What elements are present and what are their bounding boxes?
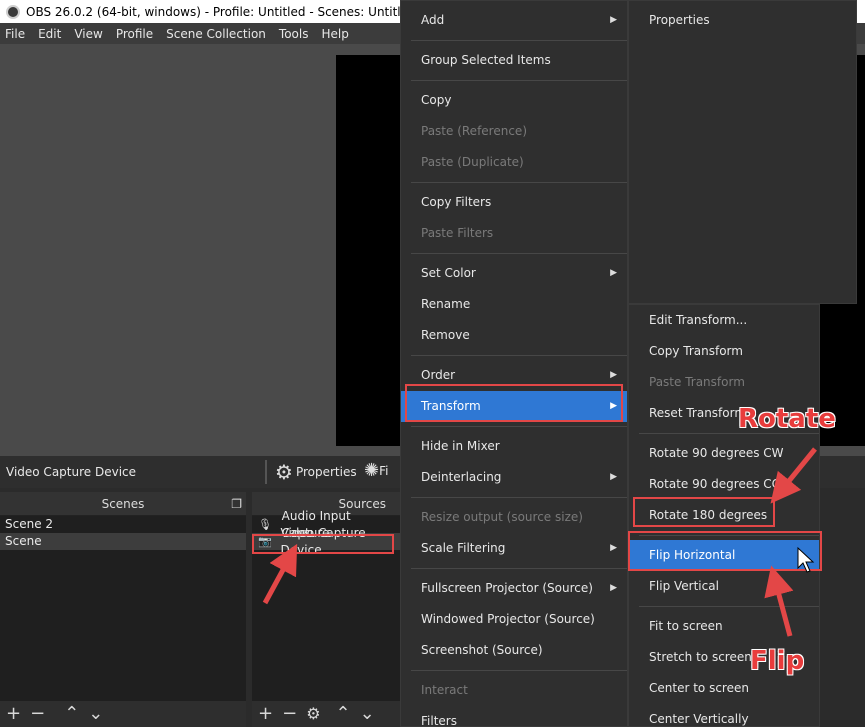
properties-button[interactable]: ⚙ Properties <box>275 460 357 484</box>
microphone-icon: 🎙 <box>258 518 272 531</box>
menu-item-set-color[interactable]: Set Color ▶ <box>401 258 627 289</box>
menu-item-rename[interactable]: Rename <box>401 289 627 320</box>
scenes-title: Scenes <box>101 497 145 511</box>
flip-horizontal-highlight <box>628 531 822 571</box>
sources-dock: Sources 🎙 Audio Input Capture 📷 Video Ca… <box>252 492 400 727</box>
menu-help[interactable]: Help <box>321 27 348 41</box>
menu-view[interactable]: View <box>74 27 102 41</box>
scenes-dock: Scenes ❐ Scene 2 Scene + − ⌃ ⌄ <box>0 492 246 727</box>
menu-item-flip-vertical[interactable]: Flip Vertical <box>629 571 819 602</box>
menu-item-add[interactable]: Add ▶ <box>401 5 627 36</box>
menu-item-center-vertically[interactable]: Center Vertically <box>629 704 819 727</box>
gear-icon: ⚙ <box>275 460 293 484</box>
menu-item-screenshot[interactable]: Screenshot (Source) <box>401 635 627 666</box>
menu-item-hide-in-mixer[interactable]: Hide in Mixer <box>401 431 627 462</box>
menu-item-interact: Interact <box>421 683 468 697</box>
menu-item-group[interactable]: Group Selected Items <box>401 45 627 76</box>
menu-item-fullscreen-projector[interactable]: Fullscreen Projector (Source) ▶ <box>401 573 627 604</box>
toolbar-separator <box>265 460 267 484</box>
filters-button[interactable]: ✺ Fi <box>364 460 388 481</box>
window-title: OBS 26.0.2 (64-bit, windows) - Profile: … <box>26 4 416 19</box>
menu-item-copy-filters[interactable]: Copy Filters <box>401 187 627 218</box>
menu-item-paste-transform: Paste Transform <box>649 375 745 389</box>
menu-item-edit-transform[interactable]: Edit Transform... <box>629 305 819 336</box>
menu-item-rotate-cw[interactable]: Rotate 90 degrees CW <box>629 438 819 469</box>
move-down-icon[interactable]: ⌄ <box>360 705 375 723</box>
menu-edit[interactable]: Edit <box>38 27 61 41</box>
menu-item-remove[interactable]: Remove <box>401 320 627 351</box>
remove-source-icon[interactable]: − <box>282 705 297 723</box>
menu-item-copy[interactable]: Copy <box>401 85 627 116</box>
menu-scene-collection[interactable]: Scene Collection <box>166 27 266 41</box>
source-highlight <box>252 534 394 554</box>
scenes-header: Scenes ❐ <box>0 492 246 516</box>
menu-item-paste-filters: Paste Filters <box>421 226 494 240</box>
filters-label: Fi <box>379 463 389 478</box>
menu-profile[interactable]: Profile <box>116 27 153 41</box>
scene-item[interactable]: Scene <box>0 533 246 550</box>
scene-item[interactable]: Scene 2 <box>0 516 246 533</box>
menu-item-fit-to-screen[interactable]: Fit to screen <box>629 611 819 642</box>
menu-item-properties[interactable]: Properties <box>629 5 856 36</box>
menu-tools[interactable]: Tools <box>279 27 309 41</box>
menu-item-rotate-ccw[interactable]: Rotate 90 degrees CCW <box>629 469 819 500</box>
menu-item-scale-filtering[interactable]: Scale Filtering ▶ <box>401 533 627 564</box>
sources-footer: + − ⚙ ⌃ ⌄ <box>252 701 400 727</box>
context-menu: Add ▶ Group Selected Items Copy Paste (Re… <box>400 0 628 727</box>
menu-item-filters[interactable]: Filters <box>401 706 627 727</box>
move-down-icon[interactable]: ⌄ <box>88 705 103 723</box>
add-source-icon[interactable]: + <box>258 705 273 723</box>
flip-annotation: Flip <box>750 646 805 676</box>
transform-highlight <box>405 384 623 422</box>
menu-item-windowed-projector[interactable]: Windowed Projector (Source) <box>401 604 627 635</box>
add-submenu: Properties <box>628 0 857 304</box>
menu-item-paste-reference: Paste (Reference) <box>421 124 527 138</box>
selected-source-name: Video Capture Device <box>6 465 137 479</box>
remove-scene-icon[interactable]: − <box>30 705 45 723</box>
obs-logo-icon <box>6 4 20 19</box>
menu-item-paste-duplicate: Paste (Duplicate) <box>421 155 524 169</box>
scenes-footer: + − ⌃ ⌄ <box>0 701 246 727</box>
undock-icon[interactable]: ❐ <box>231 492 242 516</box>
rotate-annotation: Rotate <box>738 404 836 434</box>
rotate-180-highlight <box>633 497 775 527</box>
scenes-list: Scene 2 Scene <box>0 516 246 701</box>
properties-label: Properties <box>295 465 357 479</box>
add-scene-icon[interactable]: + <box>6 705 21 723</box>
gear-icon[interactable]: ⚙ <box>306 705 320 723</box>
menu-item-resize-output: Resize output (source size) <box>421 510 583 524</box>
move-up-icon[interactable]: ⌃ <box>64 705 79 723</box>
filters-icon: ✺ <box>364 460 380 481</box>
move-up-icon[interactable]: ⌃ <box>336 705 351 723</box>
menu-item-copy-transform[interactable]: Copy Transform <box>629 336 819 367</box>
menu-item-deinterlacing[interactable]: Deinterlacing ▶ <box>401 462 627 493</box>
menu-item-center-to-screen[interactable]: Center to screen <box>629 673 819 704</box>
menu-file[interactable]: File <box>5 27 25 41</box>
